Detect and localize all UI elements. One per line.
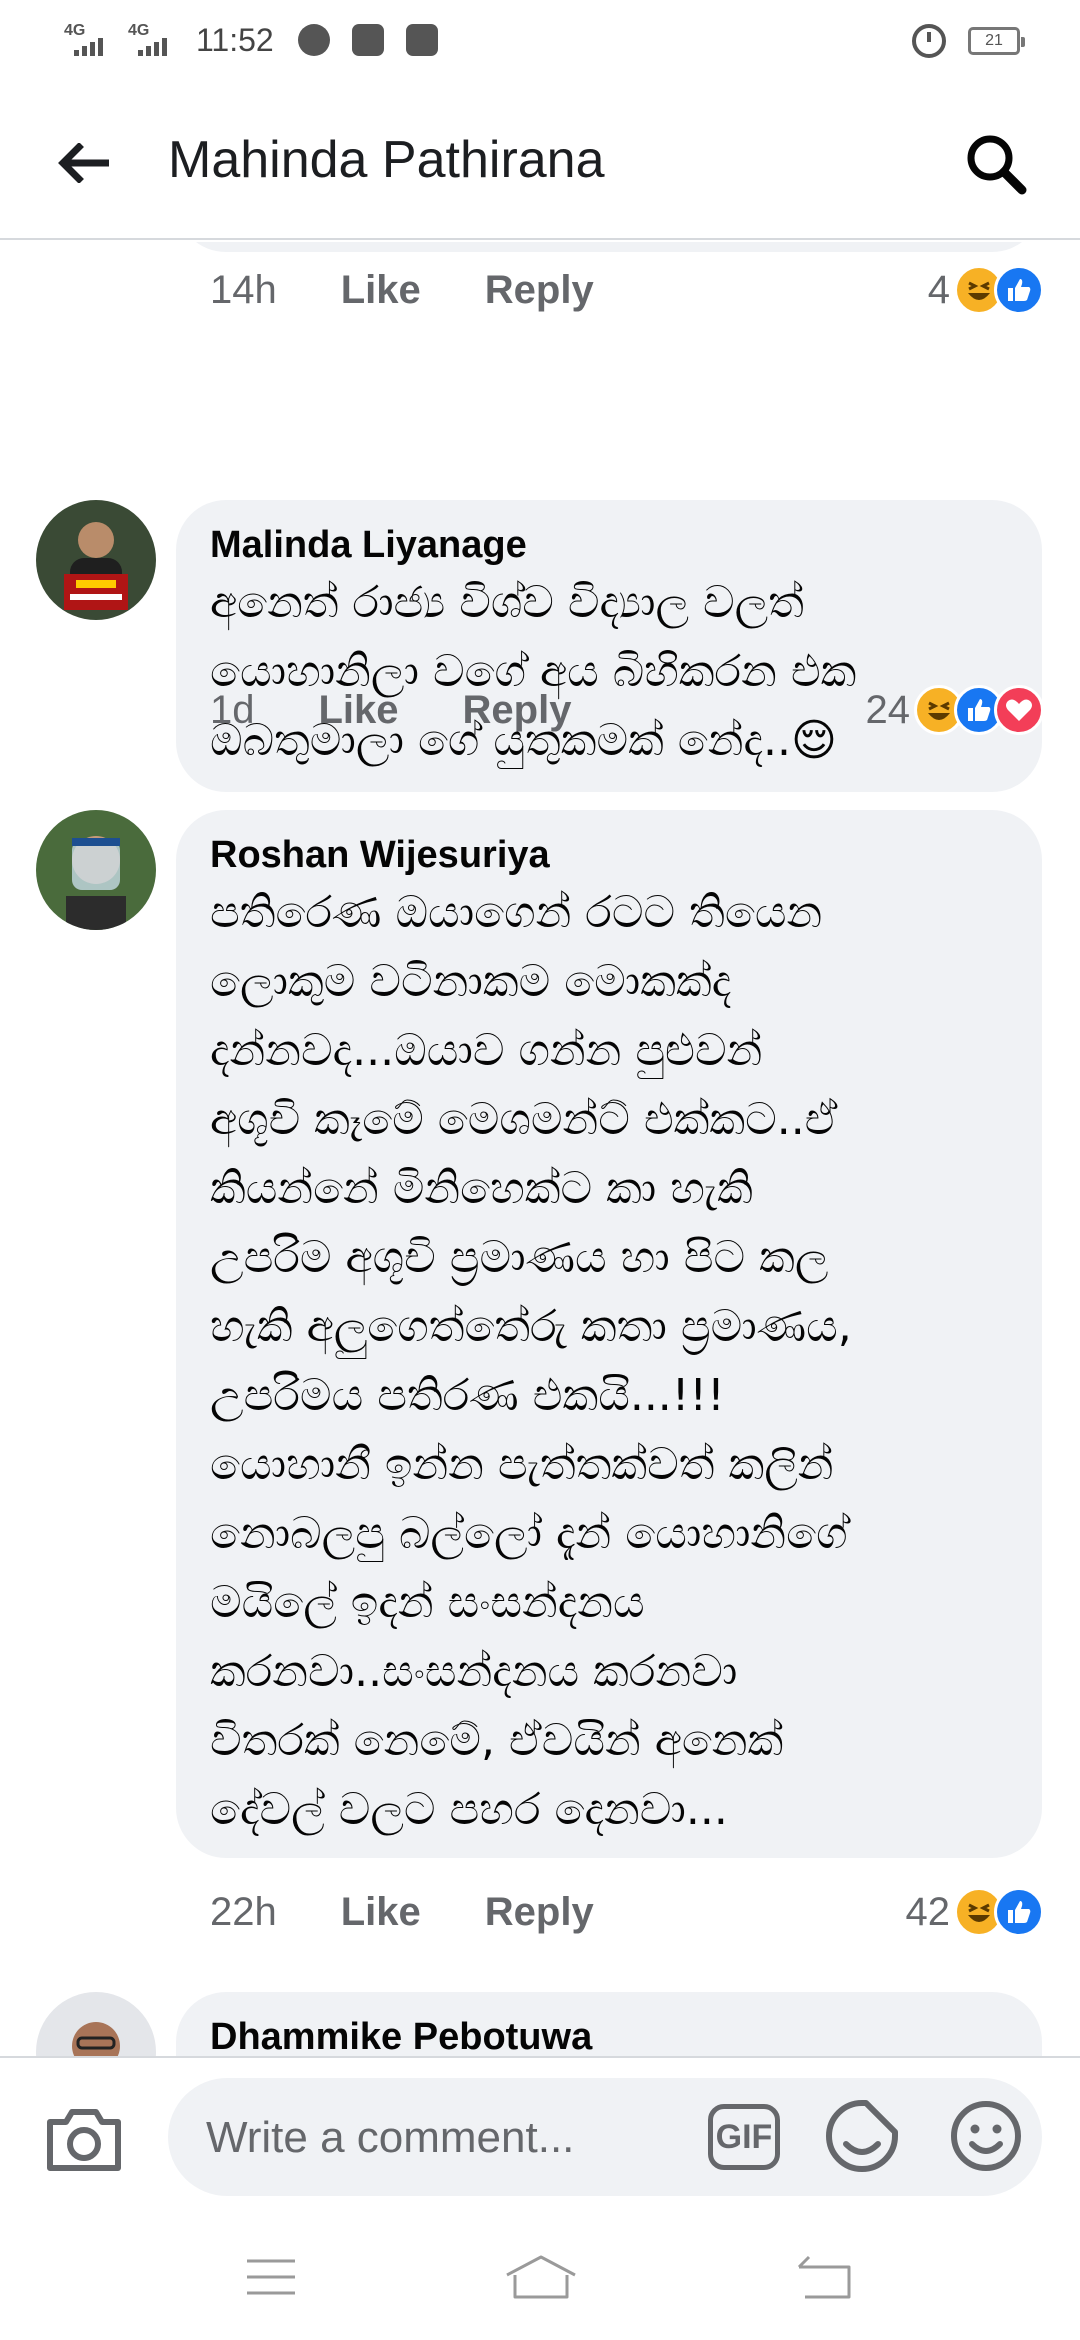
previous-comment-bubble xyxy=(176,242,1042,252)
comment-line: අනෙත් රාජ්‍ය විශ්ව විද්‍යාල වලත් xyxy=(210,577,804,628)
system-nav-bar xyxy=(0,2206,1080,2340)
comments-feed[interactable]: 14h Like Reply 4 Malinda Liyanage අනෙත් … xyxy=(0,242,1080,2056)
camera-button[interactable] xyxy=(44,2104,124,2174)
status-right: 21 xyxy=(912,24,1025,58)
comment-bubble[interactable]: Dhammike Pebotuwa xyxy=(176,1992,1042,2056)
comment-line: අශූචි කෑමේ මෙශමන්ට් එක්කට..ඒ xyxy=(210,1094,838,1145)
comment-author[interactable]: Roshan Wijesuriya xyxy=(210,832,1008,878)
search-icon xyxy=(967,135,1027,195)
comment-line: නොබලපු බල්ලෝ දැන් යොහානිගේ xyxy=(210,1508,848,1559)
comment-line: උපරිම අශූචි ප්‍රමාණය හා පිට කල xyxy=(210,1232,829,1283)
comment-line: උපරිමය පතිරණ එකයි...!!! xyxy=(210,1370,725,1421)
comment-line: ලොකුම වටිනාකම මොකක්ද xyxy=(210,956,732,1007)
comment-actions: 22h Like Reply xyxy=(210,1882,658,1942)
comment-line: පතිරෙණ ඔයාගෙන් රටට තියෙන xyxy=(210,887,823,938)
signal-icon-1: 4G xyxy=(64,20,118,60)
comment-text: පතිරෙණ ඔයාගෙන් රටට තියෙන ලොකුම වටිනාකම ම… xyxy=(210,878,1008,1844)
back-button[interactable] xyxy=(48,128,118,198)
comment-composer: GIF xyxy=(0,2056,1080,2206)
reaction-summary[interactable]: 4 xyxy=(928,260,1044,320)
comment-bubble[interactable]: Roshan Wijesuriya පතිරෙණ ඔයාගෙන් රටට තිය… xyxy=(176,810,1042,1858)
app-header: Mahinda Pathirana xyxy=(0,84,1080,240)
comment-actions: 1d Like Reply xyxy=(210,680,635,740)
signal-icon-2: 4G xyxy=(128,20,182,60)
notification-app-icon xyxy=(405,24,438,56)
comment-line: හැකි අලුගෙත්තේරු කතා ප්‍රමාණය, xyxy=(210,1301,852,1352)
reaction-count: 24 xyxy=(865,687,911,732)
camera-icon xyxy=(47,2109,121,2171)
reaction-summary[interactable]: 42 xyxy=(905,1882,1044,1942)
like-button[interactable]: Like xyxy=(341,1890,421,1935)
emoji-button[interactable] xyxy=(948,2098,1024,2174)
avatar[interactable] xyxy=(36,500,156,620)
back-nav-button[interactable] xyxy=(780,2242,870,2312)
comment-bubble[interactable]: Malinda Liyanage අනෙත් රාජ්‍ය විශ්ව විද්… xyxy=(176,500,1042,792)
reaction-count: 4 xyxy=(927,267,950,312)
menu-button[interactable] xyxy=(226,2242,316,2312)
reaction-count: 42 xyxy=(905,1889,951,1934)
menu-icon xyxy=(247,2259,295,2295)
previous-comment-actions: 14h Like Reply xyxy=(210,260,658,320)
comment-line: විතරක් නෙමේ, ඒවයින් අනෙක් xyxy=(210,1715,784,1766)
page-title: Mahinda Pathirana xyxy=(168,131,605,189)
comment-line: දේවල් වලට පහර දෙනවා... xyxy=(210,1784,728,1835)
reply-button[interactable]: Reply xyxy=(485,268,594,313)
comment-line: යොහානී ඉන්න පැත්තක්වත් කලින් xyxy=(210,1439,834,1490)
comment-input[interactable] xyxy=(206,2108,686,2168)
like-reaction-icon xyxy=(994,1887,1044,1937)
comment-line: කියන්නේ මිනිහෙක්ට කා හැකි xyxy=(210,1163,753,1214)
like-button[interactable]: Like xyxy=(319,688,399,733)
comment-time: 22h xyxy=(210,1889,277,1934)
love-reaction-icon xyxy=(994,685,1044,735)
battery-icon: 21 xyxy=(968,27,1025,55)
back-icon xyxy=(797,2255,851,2299)
comment-line: දන්නවද...ඔයාව ගන්න පුළුවන් xyxy=(210,1025,763,1076)
comment-line: මයිලේ ඉදන් සංසන්දනය xyxy=(210,1577,645,1628)
comment-line: කරනවා..සංසන්දනය කරනවා xyxy=(210,1646,738,1697)
search-button[interactable] xyxy=(956,124,1036,204)
reaction-summary[interactable]: 24 xyxy=(865,680,1044,740)
comment-time: 1d xyxy=(210,687,255,732)
like-reaction-icon xyxy=(994,265,1044,315)
like-button[interactable]: Like xyxy=(341,268,421,313)
status-time: 11:52 xyxy=(196,21,274,58)
home-icon xyxy=(506,2255,576,2299)
emoji-icon xyxy=(951,2101,1021,2171)
comment-author[interactable]: Dhammike Pebotuwa xyxy=(210,2014,1008,2056)
home-button[interactable] xyxy=(496,2242,586,2312)
alarm-icon xyxy=(912,24,946,58)
messenger-icon xyxy=(297,24,330,56)
gif-button[interactable]: GIF xyxy=(708,2104,780,2170)
status-left: 4G 4G 11:52 xyxy=(64,20,450,60)
facebook-icon xyxy=(351,24,384,56)
avatar[interactable] xyxy=(36,810,156,930)
comment-author[interactable]: Malinda Liyanage xyxy=(210,522,1008,568)
back-arrow-icon xyxy=(58,143,109,183)
sticker-icon xyxy=(826,2100,898,2172)
comment-input-pill: GIF xyxy=(168,2078,1042,2196)
status-bar: 4G 4G 11:52 21 xyxy=(0,0,1080,84)
sticker-button[interactable] xyxy=(824,2098,900,2174)
avatar[interactable] xyxy=(36,1992,156,2056)
reply-button[interactable]: Reply xyxy=(463,688,572,733)
reply-button[interactable]: Reply xyxy=(485,1890,594,1935)
comment-time: 14h xyxy=(210,267,277,312)
comment-text: අනෙත් රාජ්‍ය විශ්ව විද්‍යාල වලත් යොහානිල… xyxy=(210,568,1008,775)
